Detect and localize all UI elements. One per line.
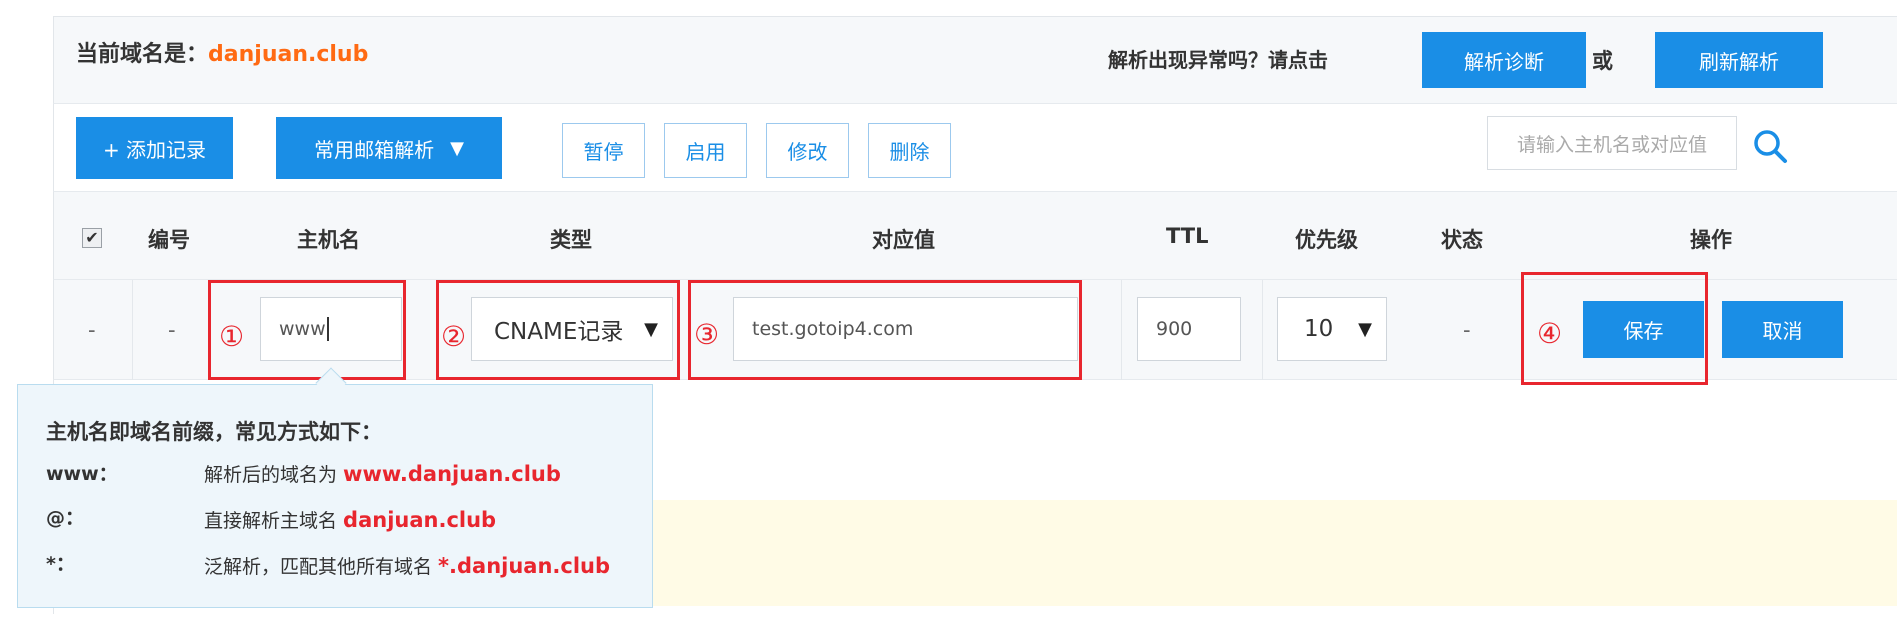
- tooltip-desc-at: 直接解析主域名 danjuan.club: [204, 506, 496, 533]
- chevron-down-icon: ▼: [1358, 318, 1372, 340]
- marker-1: ①: [219, 320, 245, 353]
- mail-resolve-label: 常用邮箱解析: [314, 137, 435, 162]
- marker-3: ③: [694, 318, 720, 351]
- cell-divider: [1262, 280, 1263, 380]
- row-id: -: [168, 318, 176, 342]
- current-domain-value: danjuan.club: [208, 42, 369, 67]
- tooltip-key-www: www：: [46, 463, 118, 485]
- cancel-button[interactable]: 取消: [1722, 301, 1843, 358]
- tooltip-desc-text: 泛解析，匹配其他所有域名: [204, 556, 439, 578]
- diagnose-prompt: 解析出现异常吗？请点击: [1108, 48, 1328, 72]
- tooltip-key-at: @：: [46, 507, 85, 529]
- or-text: 或: [1592, 49, 1613, 73]
- diagnose-button[interactable]: 解析诊断: [1422, 32, 1586, 88]
- delete-button[interactable]: 删除: [868, 123, 951, 178]
- chevron-down-icon: ▼: [450, 137, 464, 159]
- row-status: -: [1463, 318, 1471, 342]
- annotation-box-3: [688, 280, 1082, 380]
- select-all-checkbox[interactable]: ✔: [82, 228, 102, 248]
- tooltip-desc-text: 解析后的域名为: [204, 464, 344, 486]
- column-type: 类型: [550, 228, 592, 252]
- mail-resolve-button[interactable]: 常用邮箱解析 ▼: [276, 117, 502, 179]
- tooltip-desc-wildcard: 泛解析，匹配其他所有域名 *.danjuan.club: [204, 552, 610, 579]
- column-priority: 优先级: [1295, 228, 1358, 252]
- enable-button[interactable]: 启用: [664, 123, 747, 178]
- tooltip-desc-text: 直接解析主域名: [204, 510, 344, 532]
- marker-4: ④: [1537, 317, 1563, 350]
- refresh-button[interactable]: 刷新解析: [1655, 32, 1823, 88]
- tooltip-example: www.danjuan.club: [343, 462, 561, 486]
- column-ttl: TTL: [1166, 224, 1209, 248]
- priority-select-value: 10: [1304, 316, 1334, 342]
- dns-record-page: 当前域名是：danjuan.club 解析出现异常吗？请点击 解析诊断 或 刷新…: [0, 0, 1897, 619]
- column-host: 主机名: [297, 228, 360, 252]
- ttl-input-value: 900: [1156, 318, 1193, 340]
- tooltip-key-wildcard: *：: [46, 553, 75, 575]
- tooltip-example: *.danjuan.club: [438, 554, 611, 578]
- priority-select[interactable]: 10 ▼: [1277, 297, 1387, 361]
- current-domain-label: 当前域名是：: [76, 42, 209, 67]
- tooltip-desc-www: 解析后的域名为 www.danjuan.club: [204, 460, 561, 487]
- column-status: 状态: [1441, 228, 1483, 252]
- search-input[interactable]: 请输入主机名或对应值: [1487, 116, 1737, 170]
- row-checkbox-placeholder: -: [88, 318, 96, 342]
- column-value: 对应值: [872, 228, 935, 252]
- pause-button[interactable]: 暂停: [562, 123, 645, 178]
- current-domain-text: 当前域名是：danjuan.club: [76, 36, 368, 68]
- marker-2: ②: [441, 320, 467, 353]
- search-icon[interactable]: [1750, 126, 1790, 166]
- tooltip-example: danjuan.club: [343, 508, 497, 532]
- annotation-box-2: [436, 280, 680, 380]
- cell-divider: [132, 280, 133, 380]
- tooltip-title: 主机名即域名前缀，常见方式如下：: [46, 420, 382, 444]
- cell-divider: [1121, 280, 1122, 380]
- modify-button[interactable]: 修改: [766, 123, 849, 178]
- add-record-button[interactable]: + 添加记录: [76, 117, 233, 179]
- ttl-input[interactable]: 900: [1137, 297, 1241, 361]
- column-actions: 操作: [1690, 228, 1732, 252]
- column-id: 编号: [148, 228, 190, 252]
